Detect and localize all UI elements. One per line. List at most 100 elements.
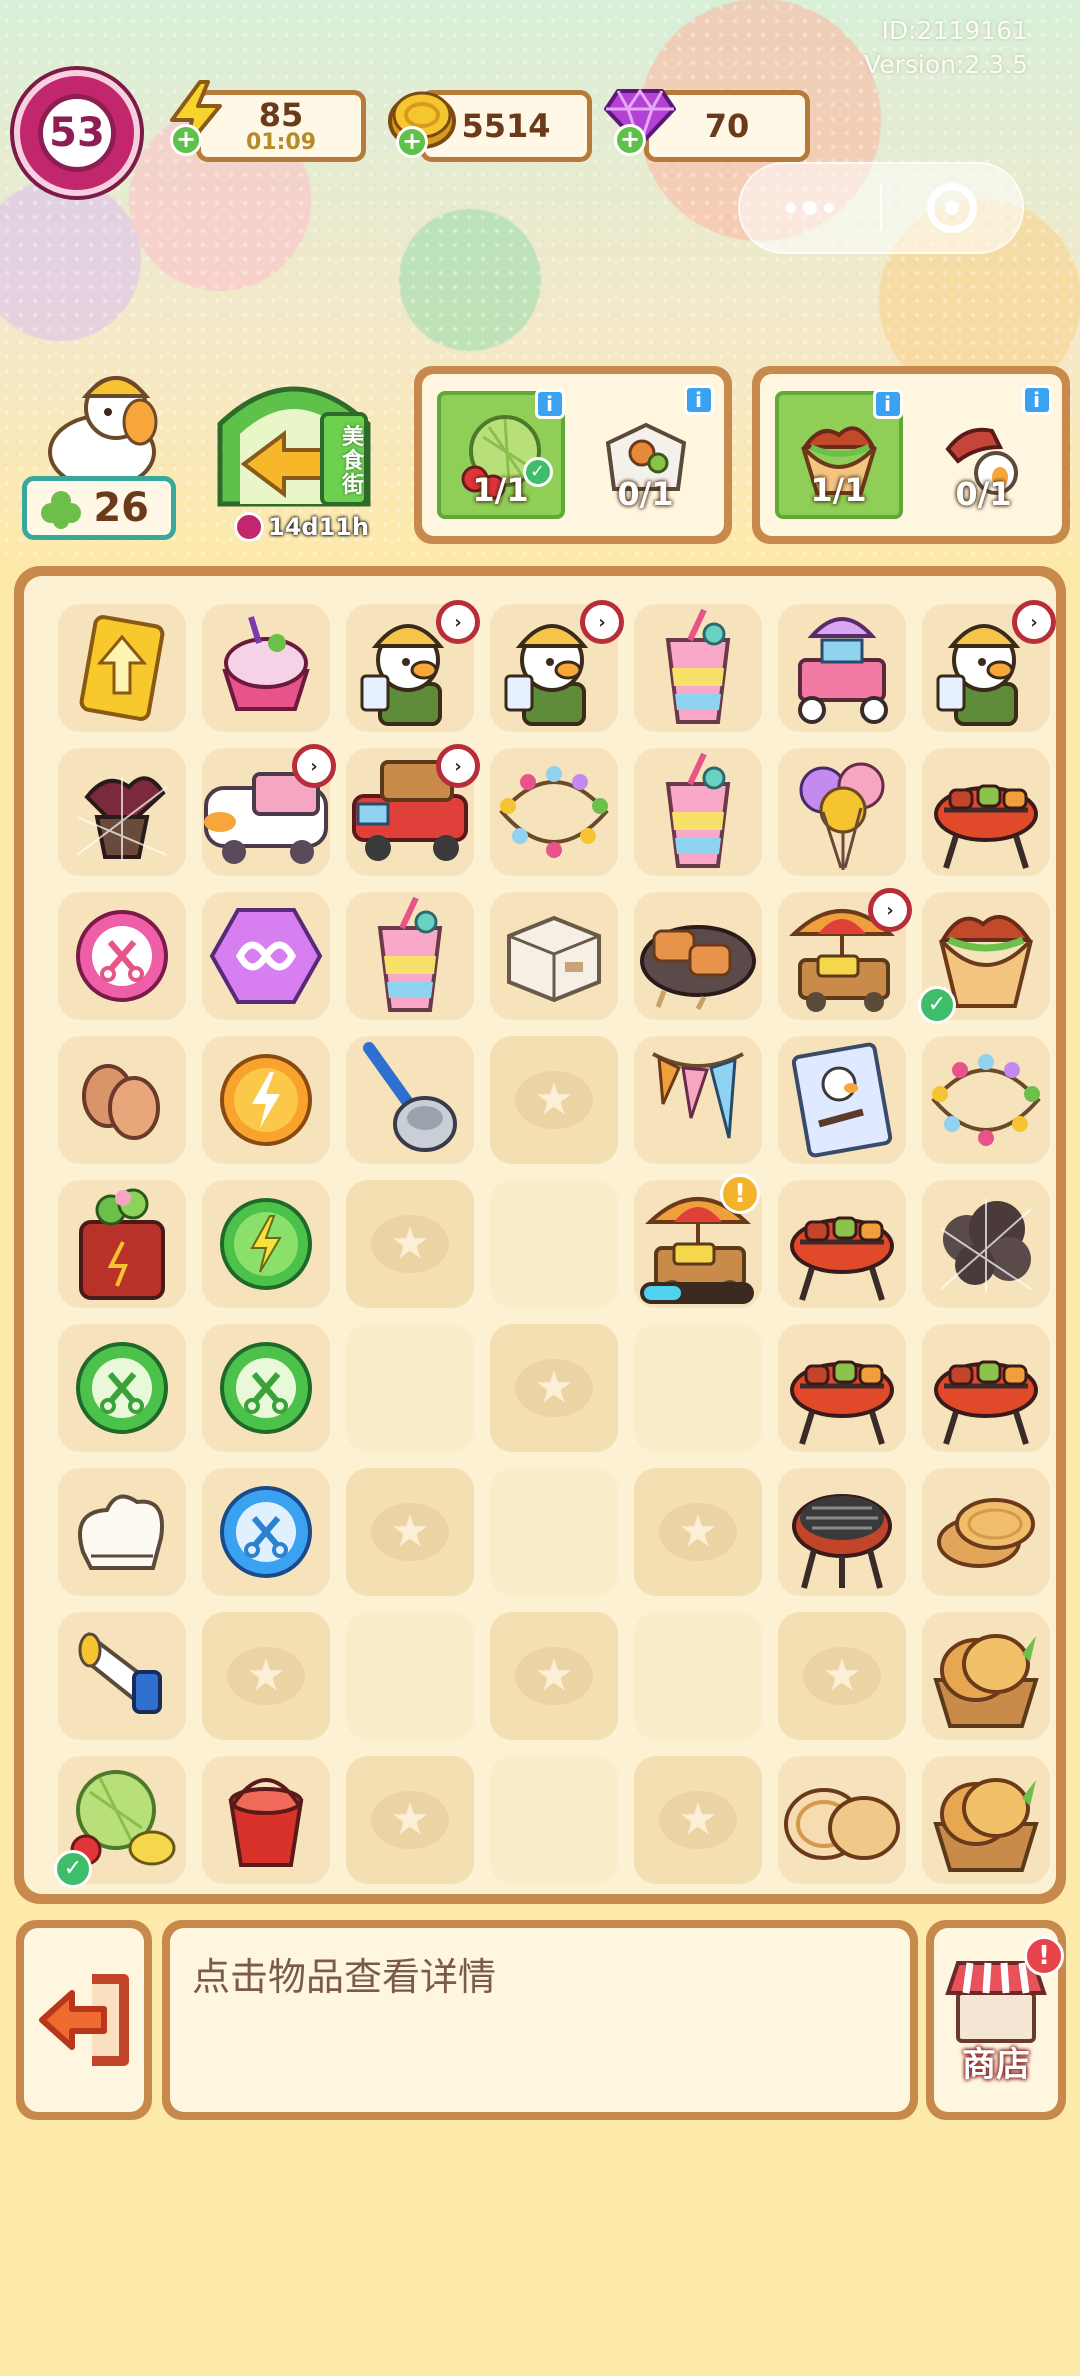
- board-cell[interactable]: [50, 1460, 194, 1604]
- info-icon[interactable]: i: [683, 385, 714, 415]
- order-1-slot-1[interactable]: ✓ i 1/1: [436, 389, 565, 519]
- board-cell[interactable]: [914, 1748, 1058, 1892]
- board-cell-empty[interactable]: ★: [482, 1604, 626, 1748]
- board-cell-empty[interactable]: [626, 1316, 770, 1460]
- board-cell[interactable]: [50, 1172, 194, 1316]
- board-cell-empty[interactable]: ★: [770, 1604, 914, 1748]
- board-cell-empty[interactable]: [338, 1316, 482, 1460]
- board-cell-empty[interactable]: [482, 1172, 626, 1316]
- board-cell[interactable]: [50, 1028, 194, 1172]
- board-cell[interactable]: [194, 1172, 338, 1316]
- board-cell[interactable]: [626, 884, 770, 1028]
- board-cell[interactable]: [914, 740, 1058, 884]
- add-gems-button[interactable]: +: [614, 124, 646, 156]
- order-2-slot-2[interactable]: i 0/1: [920, 385, 1052, 519]
- shop-alert-badge: !: [1024, 1936, 1064, 1976]
- board-cell[interactable]: [338, 884, 482, 1028]
- board-cell[interactable]: [626, 1028, 770, 1172]
- board-cell[interactable]: [770, 1748, 914, 1892]
- board-cell[interactable]: [914, 1460, 1058, 1604]
- red-bucket-icon: [211, 1765, 321, 1875]
- item-hint-text: 点击物品查看详情: [170, 1928, 910, 2112]
- board-cell[interactable]: ›: [482, 596, 626, 740]
- add-energy-button[interactable]: +: [170, 124, 202, 156]
- board-cell-empty[interactable]: ★: [194, 1604, 338, 1748]
- board-cell[interactable]: [50, 1604, 194, 1748]
- board-cell[interactable]: [194, 596, 338, 740]
- board-cell[interactable]: ›: [194, 740, 338, 884]
- board-cell[interactable]: [338, 1028, 482, 1172]
- bbq-grill-icon: [780, 1182, 904, 1306]
- board-cell[interactable]: [50, 1316, 194, 1460]
- board-cell[interactable]: [626, 596, 770, 740]
- board-cell-empty[interactable]: ★: [338, 1460, 482, 1604]
- order-1-slot-2[interactable]: i 0/1: [582, 385, 714, 519]
- player-id: ID:2119161: [881, 16, 1028, 45]
- order-card-2[interactable]: i 1/1 i 0/1: [752, 366, 1070, 544]
- shop-button[interactable]: 商店 !: [926, 1920, 1066, 2120]
- board-cell[interactable]: [626, 740, 770, 884]
- board-cell[interactable]: [770, 740, 914, 884]
- order-2-slot-1[interactable]: i 1/1: [774, 389, 903, 519]
- board-cell[interactable]: ›: [770, 884, 914, 1028]
- food-cart-icon: [778, 606, 906, 730]
- star-slot-icon: ★: [515, 1647, 593, 1705]
- board-grid: › › › › › › ✓ ★ ★! ★ ★ ★ ★ ★ ★ ✓ ★ ★: [24, 576, 1056, 1894]
- board-cell-empty[interactable]: [338, 1604, 482, 1748]
- info-icon[interactable]: i: [1021, 385, 1052, 415]
- order-count: 1/1: [810, 471, 867, 509]
- board-cell-empty[interactable]: [626, 1604, 770, 1748]
- board-cell-empty[interactable]: [482, 1460, 626, 1604]
- board-cell[interactable]: [482, 740, 626, 884]
- more-menu-button[interactable]: [740, 164, 880, 252]
- board-cell[interactable]: [194, 1460, 338, 1604]
- board-cell-empty[interactable]: ★: [338, 1172, 482, 1316]
- board-cell-empty[interactable]: [482, 1748, 626, 1892]
- board-cell[interactable]: ✓: [50, 1748, 194, 1892]
- exit-button[interactable]: [16, 1920, 152, 2120]
- board-cell[interactable]: [914, 1316, 1058, 1460]
- close-program-button[interactable]: [882, 164, 1022, 252]
- board-cell[interactable]: [770, 1172, 914, 1316]
- board-cell[interactable]: [194, 884, 338, 1028]
- food-street-sign: 美食街: [341, 425, 364, 498]
- level-badge[interactable]: 53: [14, 70, 140, 196]
- level-number: 53: [38, 94, 116, 172]
- info-icon[interactable]: i: [534, 389, 565, 419]
- board-cell[interactable]: [50, 884, 194, 1028]
- board-cell[interactable]: !: [626, 1172, 770, 1316]
- board-cell[interactable]: [194, 1748, 338, 1892]
- board-cell[interactable]: ›: [338, 596, 482, 740]
- board-cell[interactable]: ›: [338, 740, 482, 884]
- board-cell[interactable]: [770, 1316, 914, 1460]
- board-cell[interactable]: [770, 1460, 914, 1604]
- target-circle-icon: [927, 183, 977, 233]
- board-cell-empty[interactable]: ★: [626, 1460, 770, 1604]
- duck-worker[interactable]: 26: [22, 360, 182, 540]
- food-street-event-button[interactable]: 美食街 14d11h: [204, 364, 384, 544]
- board-cell[interactable]: [50, 740, 194, 884]
- board-cell[interactable]: [482, 884, 626, 1028]
- board-cell-empty[interactable]: ★: [626, 1748, 770, 1892]
- board-cell[interactable]: [770, 1028, 914, 1172]
- order-card-1[interactable]: ✓ i 1/1 i 0/1: [414, 366, 732, 544]
- board-cell[interactable]: [914, 1604, 1058, 1748]
- board-cell-empty[interactable]: ★: [482, 1316, 626, 1460]
- board-cell[interactable]: [914, 1172, 1058, 1316]
- balloons-icon: [787, 750, 897, 874]
- item-info-panel: 点击物品查看详情: [162, 1920, 918, 2120]
- check-badge-icon: ✓: [54, 1850, 92, 1888]
- board-cell-empty[interactable]: ★: [338, 1748, 482, 1892]
- board-cell[interactable]: [194, 1028, 338, 1172]
- board-cell[interactable]: [50, 596, 194, 740]
- add-coins-button[interactable]: +: [396, 126, 428, 158]
- board-cell[interactable]: ›: [914, 596, 1058, 740]
- board-cell[interactable]: [770, 596, 914, 740]
- board-cell[interactable]: [194, 1316, 338, 1460]
- clover-counter[interactable]: 26: [22, 476, 176, 540]
- timer-badge-icon: ›: [580, 600, 624, 644]
- board-cell[interactable]: ✓: [914, 884, 1058, 1028]
- board-cell-empty[interactable]: ★: [482, 1028, 626, 1172]
- board-cell[interactable]: [914, 1028, 1058, 1172]
- info-icon[interactable]: i: [872, 389, 903, 419]
